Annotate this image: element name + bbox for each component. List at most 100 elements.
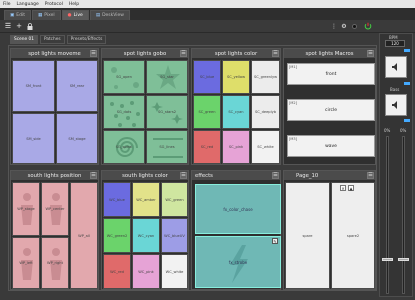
blackout-indicator[interactable]	[352, 24, 357, 29]
fader-knob-2[interactable]	[398, 258, 409, 262]
color-wc-green2[interactable]: WC_green2	[103, 218, 131, 253]
fader-knob-1[interactable]	[382, 258, 393, 262]
panel-south-position: south lights position ☰ WP_stage WP_cente…	[10, 170, 99, 290]
color-sc-pink[interactable]: SC_pink	[222, 130, 250, 164]
fader-track-2[interactable]	[402, 136, 405, 294]
color-wc-pink[interactable]: WC_pink	[132, 254, 160, 289]
position-wp-stage[interactable]: WP_stage	[12, 182, 40, 236]
menu-icon[interactable]: ☰	[272, 50, 279, 57]
subtab-patches[interactable]: Patches	[39, 35, 65, 44]
tab-edit[interactable]: ▣ Edit	[4, 10, 31, 20]
panel-title: spot lights gobo ☰	[102, 49, 188, 58]
color-wc-white[interactable]: WC_white	[161, 254, 188, 289]
settings-icon[interactable]: ⚙	[340, 22, 348, 30]
speaker-icon	[392, 63, 397, 71]
menu-icon[interactable]: ☰	[90, 50, 97, 57]
macro-circle[interactable]: [M2] circle	[287, 99, 375, 121]
preset-label: WP_left	[19, 261, 33, 265]
color-sc-deeplyb[interactable]: SC_deeplyb	[251, 95, 280, 129]
gobo-dots[interactable]: SG_dots	[103, 95, 145, 129]
macro-front[interactable]: [M1] front	[287, 63, 375, 85]
page-button-2[interactable]: ✕ ▲ spare2	[331, 182, 375, 289]
tab-deskview[interactable]: ▤ DeskView	[89, 10, 130, 20]
menu-file[interactable]: File	[3, 2, 11, 7]
add-icon[interactable]: +	[15, 22, 23, 30]
position-wp-right[interactable]: WP_right	[41, 237, 69, 289]
color-wc-cyan[interactable]: WC_cyan	[132, 218, 160, 253]
preset-sm-front[interactable]: SM_front	[12, 60, 55, 112]
color-sc-yellow[interactable]: SC_yellow	[222, 60, 250, 94]
macro-wave[interactable]: [M3] wave	[287, 135, 375, 157]
mode-tab-bar: ▣ Edit ▦ Pixel ● Live ▤ DeskView	[0, 8, 415, 20]
panel-page-10: Page_10 ☰ spare ✕ ▲ spare2	[283, 170, 376, 290]
subtab-presets[interactable]: Presets/Effects	[66, 35, 107, 44]
menu-icon[interactable]: ☰	[90, 172, 97, 179]
color-sc-white[interactable]: SC_white	[251, 130, 280, 164]
color-sc-green[interactable]: SC_green	[193, 95, 221, 129]
preset-label: SM_stage	[68, 136, 86, 141]
color-sc-red[interactable]: SC_red	[193, 130, 221, 164]
subtab-scene[interactable]: Scene 01	[10, 35, 38, 44]
tab-live[interactable]: ● Live	[61, 10, 89, 20]
preset-label: WC_amber	[136, 197, 156, 202]
preset-label: SM_front	[25, 84, 42, 88]
gobo-stars2[interactable]: SG_stars2	[146, 95, 188, 129]
close-icon[interactable]: ✕	[340, 185, 346, 191]
page-toggle-icon[interactable]: ▲	[348, 185, 354, 191]
menu-icon[interactable]: ☰	[180, 50, 187, 57]
menu-protocol[interactable]: Protocol	[45, 2, 63, 7]
lock-icon[interactable]	[26, 22, 34, 30]
tab-live-icon: ●	[67, 13, 72, 18]
preset-sm-rear[interactable]: SM_rear	[56, 60, 98, 112]
position-wp-left[interactable]: WP_left	[12, 237, 40, 289]
gobo-star[interactable]: SG_star	[146, 60, 188, 94]
power-icon[interactable]	[364, 22, 372, 30]
tap-button[interactable]	[385, 56, 407, 78]
tab-deskview-label: DeskView	[102, 13, 124, 18]
menu-help[interactable]: Help	[69, 2, 79, 7]
color-wc-red[interactable]: WC_red	[103, 254, 131, 289]
effect-color-chase[interactable]: fx_color_chase	[195, 184, 281, 234]
hamburger-icon[interactable]: ☰	[4, 22, 12, 30]
effect-label: fx_strobe	[228, 259, 248, 265]
tab-pixel[interactable]: ▦ Pixel	[31, 10, 61, 20]
position-wp-all[interactable]: WP_all	[70, 182, 98, 289]
panel-title-text: south lights color	[122, 172, 168, 179]
panel-title: effects ☰	[192, 171, 280, 180]
color-sc-greenlyw[interactable]: SC_greenlyw	[251, 60, 280, 94]
preset-label: SG_lines	[159, 145, 175, 149]
color-wc-amber[interactable]: WC_amber	[132, 182, 160, 217]
preset-sm-side[interactable]: SM_side	[12, 113, 55, 164]
fader-label-1: 0%	[384, 128, 391, 133]
bass-button[interactable]	[385, 94, 407, 116]
position-wp-center[interactable]: WP_center	[41, 182, 69, 236]
gobo-lines[interactable]: SG_lines	[146, 130, 188, 164]
preset-label: WC_blueUV	[164, 233, 185, 238]
menu-icon[interactable]: ☰	[272, 172, 279, 179]
effect-strobe[interactable]: ✎ fx_strobe	[195, 236, 281, 288]
fader-track-1[interactable]	[386, 136, 389, 294]
page-button-1[interactable]: spare	[285, 182, 330, 289]
preset-label: SC_white	[257, 145, 274, 149]
gobo-spiral[interactable]: SG_spiral	[103, 130, 145, 164]
preset-label: SG_stars2	[158, 110, 176, 114]
menu-icon[interactable]: ☰	[180, 172, 187, 179]
edit-icon[interactable]: ✎	[272, 238, 278, 244]
menu-language[interactable]: Language	[17, 2, 39, 7]
menu-icon[interactable]: ☰	[367, 50, 374, 57]
color-sc-cyan[interactable]: SC_cyan	[222, 95, 250, 129]
panel-title-text: spot lights Macros	[305, 50, 354, 57]
color-wc-green[interactable]: WC_green	[161, 182, 188, 217]
preset-sm-stage[interactable]: SM_stage	[56, 113, 98, 164]
color-wc-blue[interactable]: WC_blue	[103, 182, 131, 217]
menu-icon[interactable]: ☰	[367, 172, 374, 179]
gobo-open[interactable]: SG_open	[103, 60, 145, 94]
color-wc-blueuv[interactable]: WC_blueUV	[161, 218, 188, 253]
preset-label: WC_blue	[109, 197, 125, 202]
panel-spot-color: spot lights color ☰ SC_blue SC_yellow SC_…	[191, 48, 281, 165]
grip-icon[interactable]: ⋮	[330, 22, 338, 30]
bpm-field[interactable]: 120	[385, 40, 405, 47]
right-control-panel: BPM 120 Bass 0% 0%	[379, 33, 413, 297]
macro-label: circle	[325, 107, 337, 113]
color-sc-blue[interactable]: SC_blue	[193, 60, 221, 94]
